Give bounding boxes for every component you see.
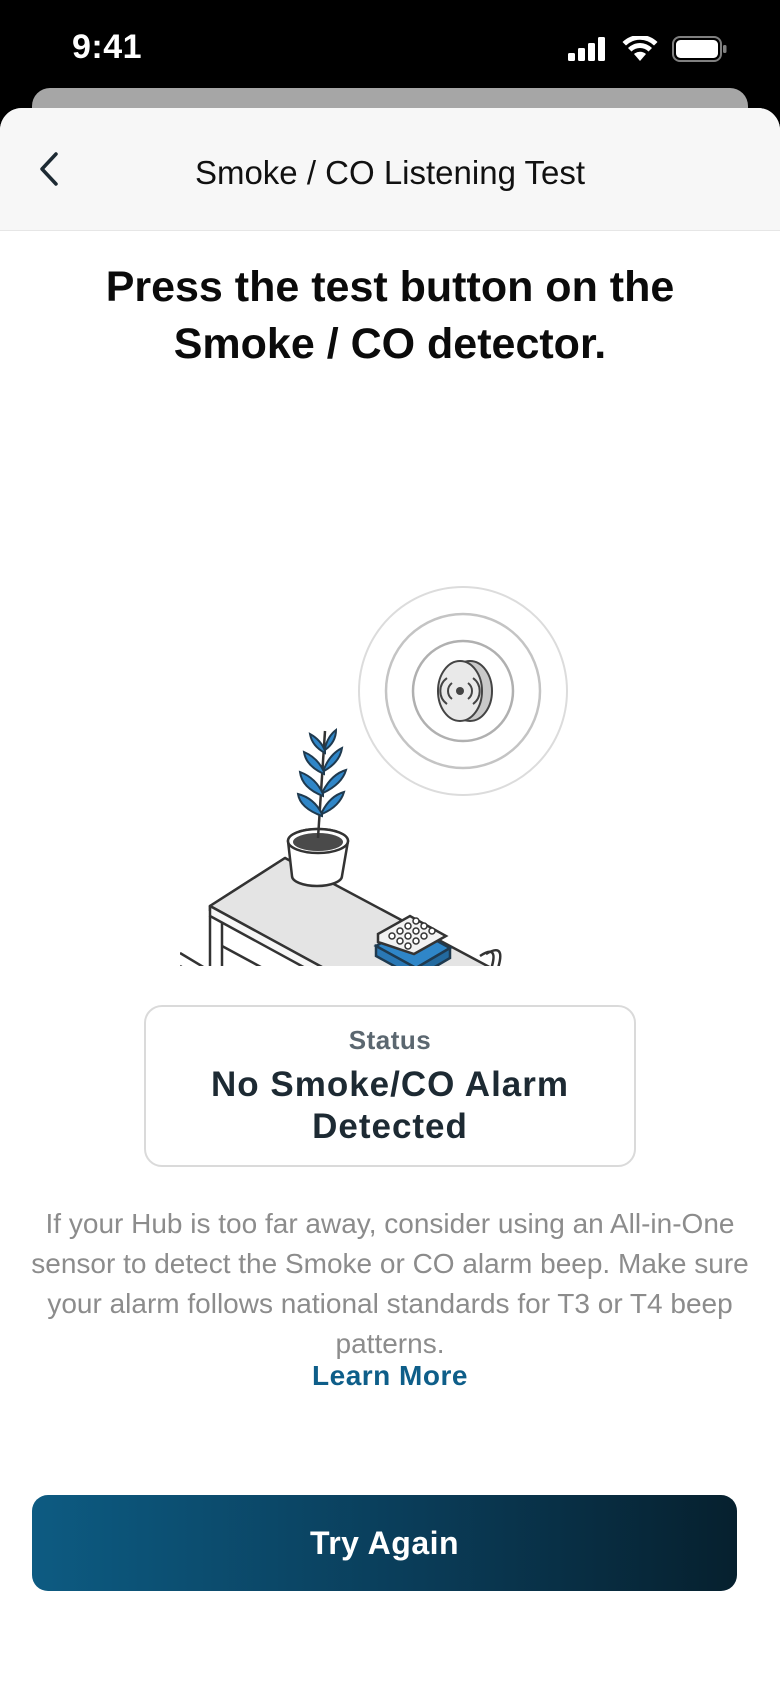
modal-sheet: Smoke / CO Listening Test Press the test… xyxy=(0,108,780,1688)
status-card: Status No Smoke/CO Alarm Detected xyxy=(144,1005,636,1167)
status-icons xyxy=(568,36,728,62)
battery-icon xyxy=(672,36,727,62)
page-title: Smoke / CO Listening Test xyxy=(194,154,586,191)
info-text: If your Hub is too far away, consider us… xyxy=(31,1208,749,1359)
smoke-detector-icon xyxy=(358,586,568,796)
status-value: No Smoke/CO Alarm Detected xyxy=(210,1065,569,1146)
instruction-headline: Press the test button on the Smoke / CO … xyxy=(105,263,675,368)
status-label: Status xyxy=(348,1025,432,1055)
hub-illustration xyxy=(180,586,568,966)
try-again-button[interactable]: Try Again xyxy=(32,1495,737,1591)
cellular-signal-icon xyxy=(568,37,605,61)
learn-more-link[interactable]: Learn More xyxy=(0,1360,780,1392)
status-time: 9:41 xyxy=(72,28,143,66)
plant-illustration xyxy=(286,727,350,888)
hub-device-illustration xyxy=(373,914,502,966)
table-illustration xyxy=(180,856,491,966)
nav-bar: Smoke / CO Listening Test xyxy=(0,108,780,231)
wifi-icon xyxy=(622,36,658,61)
